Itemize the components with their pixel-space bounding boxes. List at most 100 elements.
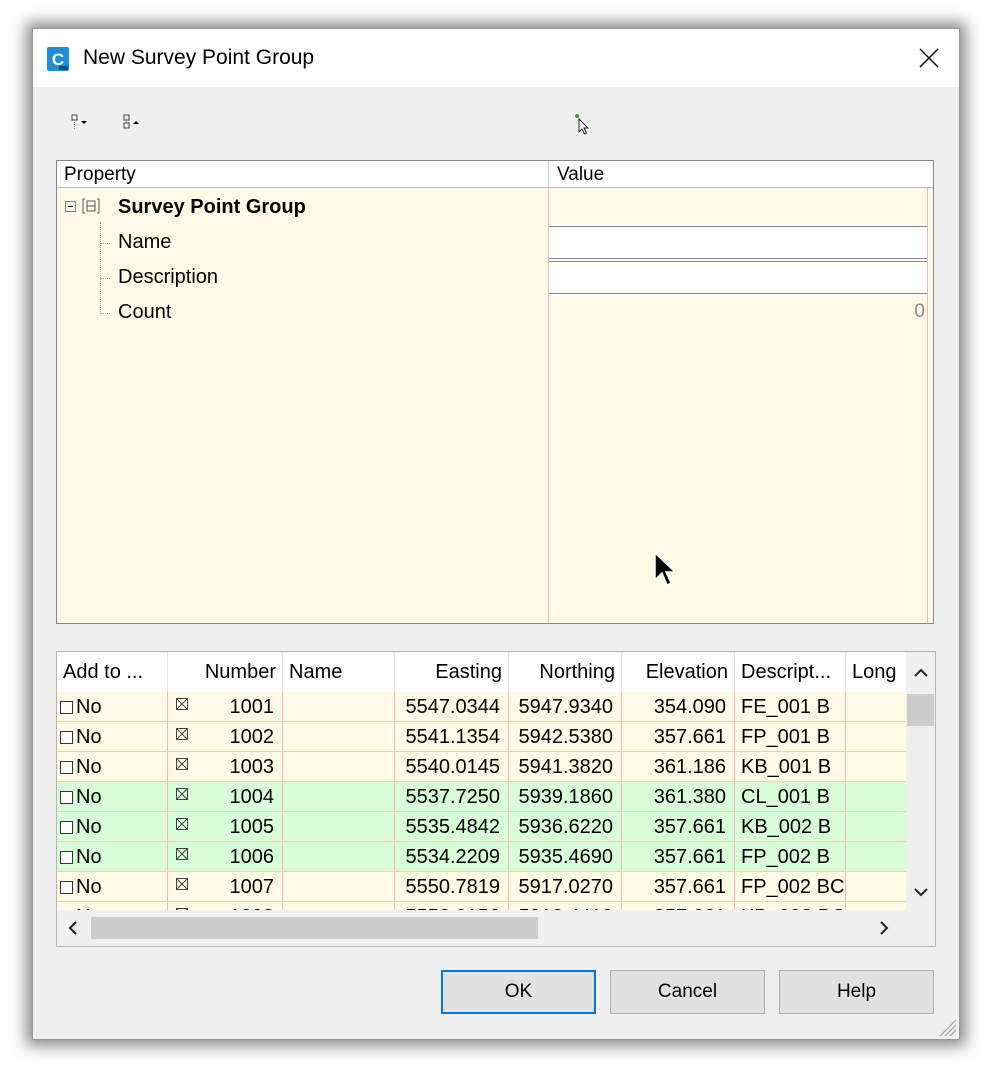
elevation-cell: 361.186 [653,756,726,778]
scroll-left-icon[interactable] [63,918,83,938]
add-to-cell[interactable]: No [57,692,167,722]
point-group-icon [82,198,100,214]
easting-cell: 5540.0145 [405,756,500,778]
pick-from-drawing-icon[interactable] [574,113,596,135]
close-button[interactable] [899,29,959,87]
count-value: 0 [914,301,925,322]
table-row[interactable]: No 1002 5541.1354 5942.5380 357.661 FP_001 B [57,722,906,752]
tree-connector [100,243,110,244]
survey-points-table: Add to ... Number Name Easting Northing … [56,651,936,947]
table-row[interactable]: No 1005 5535.4842 5936.6220 357.661 KB_002 B [57,812,906,842]
column-header-description[interactable]: Descript... [735,652,845,692]
table-row[interactable]: No 1007 5550.7819 5917.0270 357.661 FP_002 BC [57,872,906,902]
column-header-name[interactable]: Name [283,652,394,692]
description-cell: CL_001 B [741,786,830,808]
add-value: No [76,756,102,778]
title-bar[interactable]: C New Survey Point Group [33,29,959,87]
help-button[interactable]: Help [779,970,934,1014]
cell-divider [845,752,846,782]
add-checkbox[interactable] [60,791,73,804]
close-icon [919,48,939,68]
tree-connector [100,222,101,314]
elevation-cell: 357.661 [653,846,726,868]
add-to-cell[interactable]: No [57,872,167,902]
collapse-group-icon[interactable] [65,201,76,212]
northing-cell: 5941.3820 [518,756,613,778]
ok-button[interactable]: OK [441,970,596,1014]
elevation-cell: 357.661 [653,816,726,838]
vertical-scroll-thumb[interactable] [907,694,934,726]
add-checkbox[interactable] [60,731,73,744]
add-value: No [76,726,102,748]
add-checkbox[interactable] [60,821,73,834]
table-row[interactable]: No 1003 5540.0145 5941.3820 361.186 KB_001 B [57,752,906,782]
elevation-cell: 357.661 [653,876,726,898]
survey-point-icon [176,818,188,830]
column-header-elevation[interactable]: Elevation [622,652,734,692]
description-cell: FP_002 BC [741,876,845,898]
name-cell [283,752,394,782]
survey-point-icon [176,758,188,770]
northing-cell: 5947.9340 [518,696,613,718]
cell-divider [845,722,846,752]
tree-connector [100,278,110,279]
northing-cell: 5935.4690 [518,846,613,868]
add-to-cell[interactable]: No [57,842,167,872]
cell-divider [845,812,846,842]
name-cell [283,692,394,722]
add-to-cell[interactable]: No [57,722,167,752]
table-row[interactable]: No 1006 5534.2209 5935.4690 357.661 FP_002 B [57,842,906,872]
northing-cell: 5939.1860 [518,786,613,808]
vertical-scrollbar[interactable] [906,652,935,910]
add-to-cell[interactable]: No [57,752,167,782]
collapse-all-icon[interactable] [121,113,143,135]
description-cell: FP_001 B [741,726,830,748]
add-value: No [76,846,102,868]
add-checkbox[interactable] [60,761,73,774]
value-column-header[interactable]: Value [557,164,604,186]
column-header-longitude[interactable]: Long [846,652,906,692]
add-checkbox[interactable] [60,881,73,894]
table-row[interactable]: No 1001 5547.0344 5947.9340 354.090 FE_001 B [57,692,906,722]
column-header-number[interactable]: Number [168,652,282,692]
count-property-label: Count [118,301,172,323]
northing-cell: 5942.5380 [518,726,613,748]
add-to-cell[interactable]: No [57,782,167,812]
add-to-cell[interactable]: No [57,812,167,842]
easting-cell: 5541.1354 [405,726,500,748]
tree-connector [100,313,110,314]
name-value-field[interactable] [549,226,927,259]
description-cell: FP_002 B [741,846,830,868]
scroll-right-icon[interactable] [874,918,894,938]
elevation-cell: 361.380 [653,786,726,808]
scroll-down-icon[interactable] [911,882,931,902]
right-divider [927,188,928,623]
expand-all-icon[interactable] [69,113,91,135]
column-header-add-to[interactable]: Add to ... [57,652,167,692]
civil3d-app-icon: C [47,47,69,71]
survey-point-icon [176,878,188,890]
property-column-header[interactable]: Property [64,164,136,186]
description-value-field[interactable] [549,261,927,294]
header-divider[interactable] [548,161,549,187]
scroll-up-icon[interactable] [911,663,931,683]
northing-cell: 5917.0270 [518,876,613,898]
survey-point-icon [176,728,188,740]
add-value: No [76,816,102,838]
cell-divider [845,842,846,872]
name-cell [283,812,394,842]
elevation-cell: 354.090 [653,696,726,718]
column-header-easting[interactable]: Easting [395,652,508,692]
add-checkbox[interactable] [60,701,73,714]
easting-cell: 5547.0344 [405,696,500,718]
cancel-button[interactable]: Cancel [610,970,765,1014]
easting-cell: 5550.7819 [405,876,500,898]
horizontal-scrollbar[interactable] [57,910,935,946]
resize-grip-icon[interactable] [935,1015,957,1037]
column-header-northing[interactable]: Northing [509,652,621,692]
table-row[interactable]: No 1004 5537.7250 5939.1860 361.380 CL_001 B [57,782,906,812]
horizontal-scroll-thumb[interactable] [91,917,538,939]
add-checkbox[interactable] [60,851,73,864]
name-property-label: Name [118,231,172,253]
northing-cell: 5936.6220 [518,816,613,838]
